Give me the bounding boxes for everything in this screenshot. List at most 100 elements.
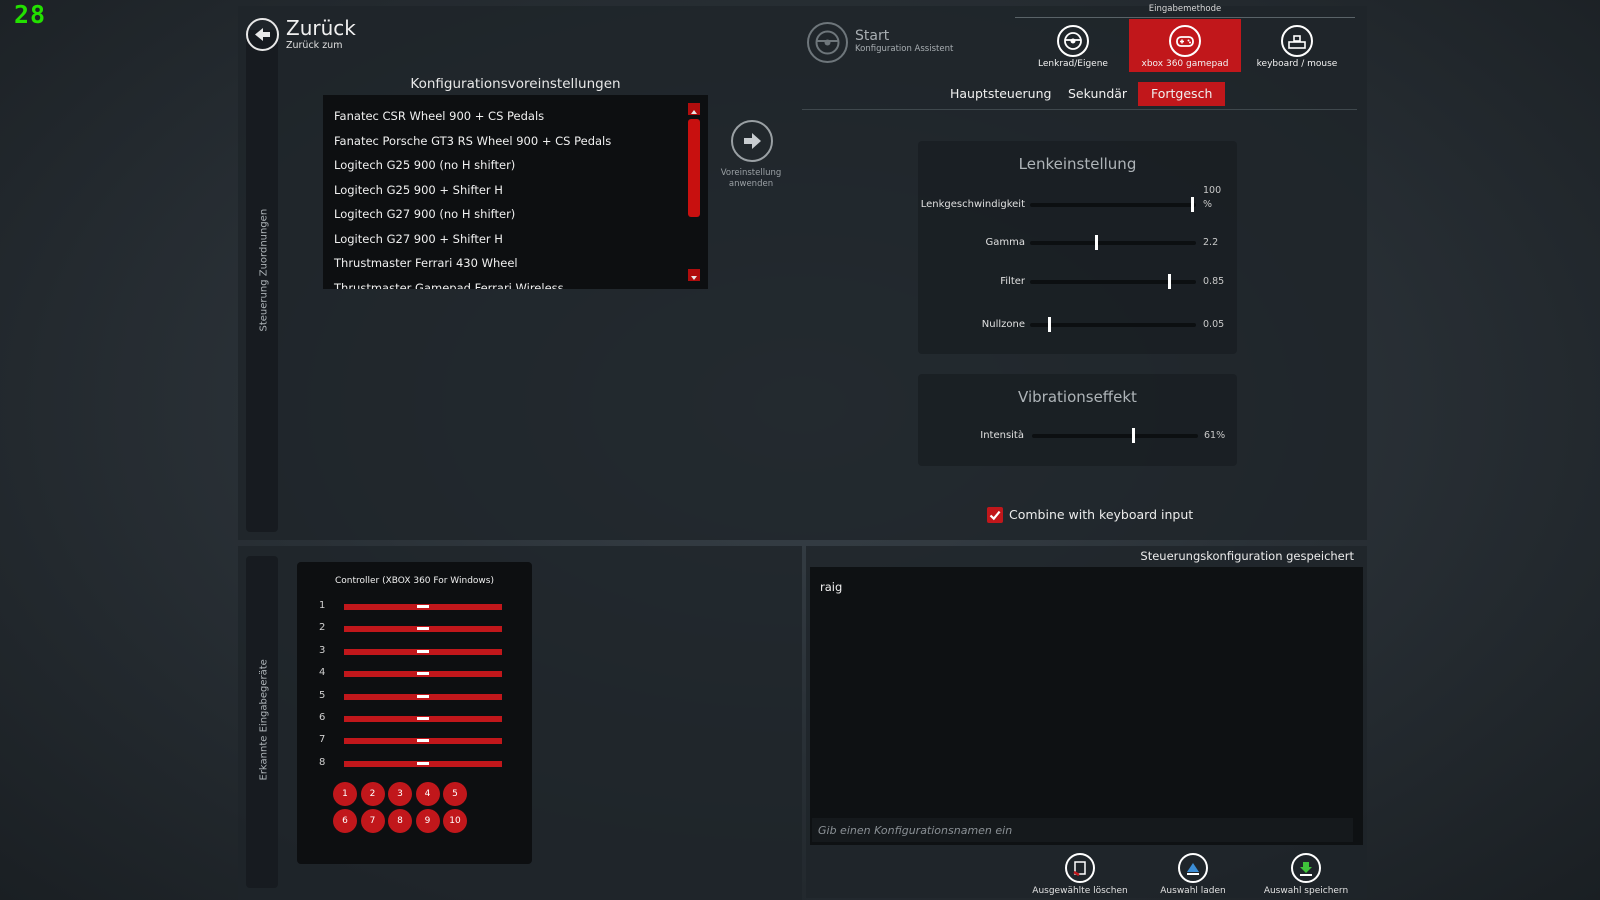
axis-number: 6 (319, 712, 326, 723)
steering-slider-thumb[interactable] (1094, 235, 1098, 250)
presets-heading: Konfigurationsvoreinstellungen (410, 76, 621, 92)
wizard-wheel-icon (807, 22, 848, 63)
back-title: Zurück (286, 16, 356, 40)
delete-config-icon (1065, 853, 1095, 883)
back-button[interactable]: Zurück Zurück zum (246, 16, 366, 52)
axis-indicator (417, 739, 429, 743)
steering-slider-thumb[interactable] (1048, 317, 1052, 332)
axis-number: 2 (319, 622, 326, 634)
keyboard-icon (1281, 25, 1313, 57)
tabs-divider (802, 109, 1357, 110)
steering-slider[interactable] (1030, 274, 1196, 289)
config-action-save-config[interactable]: Auswahl speichern (1256, 853, 1356, 896)
load-config-icon (1178, 853, 1208, 883)
axis-bar (344, 760, 502, 767)
controller-button: 3 (388, 782, 412, 806)
vibration-section: Vibrationseffekt (918, 374, 1237, 466)
steering-slider-value: 0.85 (1203, 276, 1225, 287)
preset-item[interactable]: Fanatec CSR Wheel 900 + CS Pedals (334, 109, 544, 123)
steering-title: Lenkeinstellung (1018, 155, 1137, 173)
preset-item[interactable]: Fanatec Porsche GT3 RS Wheel 900 + CS Pe… (334, 134, 611, 148)
combine-keyboard-checkbox[interactable] (987, 507, 1003, 523)
input-method-keyboard[interactable]: keyboard / mouse (1241, 19, 1353, 72)
controller-button: 6 (333, 809, 357, 833)
config-name-input[interactable] (812, 818, 1353, 842)
controller-button: 1 (333, 782, 357, 806)
start-title: Start (855, 28, 890, 44)
config-action-delete-config[interactable]: Ausgewählte löschen (1030, 853, 1130, 896)
steering-slider-thumb[interactable] (1167, 274, 1171, 289)
steering-slider-value: 100 (1203, 185, 1222, 196)
fps-counter: 28 (14, 0, 47, 29)
input-method-heading: Eingabemethode (1148, 4, 1222, 14)
tab-1[interactable]: Sekundär (1055, 82, 1140, 106)
config-action-label: Ausgewählte löschen (1032, 886, 1128, 896)
tab-0[interactable]: Hauptsteuerung (937, 82, 1064, 106)
controller-card: Controller (XBOX 360 For Windows) 123456… (297, 562, 532, 864)
steering-slider[interactable] (1030, 235, 1196, 250)
axis-bar (344, 716, 502, 722)
preset-item[interactable]: Logitech G27 900 + Shifter H (334, 232, 503, 246)
config-action-load-config[interactable]: Auswahl laden (1143, 853, 1243, 896)
devices-side-label: Erkannte Eingabegeräte (258, 659, 270, 781)
controller-button: 7 (360, 809, 385, 833)
axis-number: 5 (319, 689, 326, 701)
steering-slider[interactable] (1030, 197, 1196, 212)
controller-button: 4 (415, 782, 440, 806)
axis-bar (344, 604, 502, 610)
apply-preset-button[interactable]: Voreinstellung anwenden (716, 120, 786, 192)
axis-indicator (417, 649, 429, 653)
scroll-thumb[interactable] (688, 119, 700, 217)
preset-item[interactable]: Thrustmaster Gamepad Ferrari Wireless (334, 281, 564, 290)
axis-bar (344, 648, 502, 655)
controller-button: 5 (443, 782, 467, 806)
scroll-up-button[interactable] (688, 103, 700, 115)
preset-item[interactable]: Logitech G25 900 (no H shifter) (334, 158, 515, 172)
input-method-steering-wheel[interactable]: Lenkrad/Eigene (1017, 19, 1129, 72)
steering-slider-label: Filter (1000, 276, 1025, 287)
steering-slider-label: Lenkgeschwindigkeit (920, 199, 1025, 210)
axis-indicator (417, 672, 429, 676)
mapping-side-label: Steuerung Zuordnungen (258, 208, 270, 332)
back-arrow-icon (246, 18, 279, 51)
axis-number: 1 (319, 600, 326, 611)
steering-slider[interactable] (1030, 317, 1196, 332)
controller-title: Controller (XBOX 360 For Windows) (334, 576, 494, 586)
axis-indicator (417, 761, 429, 765)
start-wizard-button[interactable]: Start Konfiguration Assistent (807, 22, 977, 64)
axis-bar (344, 626, 502, 633)
input-method-label: xbox 360 gamepad (1141, 59, 1229, 69)
gamepad-icon (1169, 25, 1201, 57)
combine-keyboard-label: Combine with keyboard input (1009, 507, 1194, 522)
config-list[interactable]: raig (810, 567, 1363, 845)
config-entry[interactable]: raig (820, 580, 842, 594)
input-method-divider (1015, 17, 1355, 18)
axis-bar (344, 693, 502, 700)
axis-bar (344, 738, 502, 745)
controller-button: 9 (415, 809, 440, 833)
axis-indicator (417, 694, 429, 698)
tab-2[interactable]: Fortgesch (1138, 82, 1226, 106)
preset-item[interactable]: Logitech G27 900 (no H shifter) (334, 207, 515, 221)
scroll-down-button[interactable] (688, 269, 700, 281)
steering-slider-thumb[interactable] (1191, 197, 1195, 212)
config-status: Steuerungskonfiguration gespeichert (1140, 549, 1354, 563)
steering-slider-value: 0.05 (1203, 319, 1225, 330)
preset-item[interactable]: Thrustmaster Ferrari 430 Wheel (334, 256, 518, 270)
steering-wheel-icon (1057, 25, 1089, 57)
apply-preset-label-2: anwenden (728, 179, 774, 189)
axis-number: 8 (319, 756, 326, 768)
intensity-label: Intensità (980, 430, 1024, 441)
axis-indicator (417, 717, 429, 720)
axis-bar (344, 671, 502, 678)
preset-scrollbar[interactable] (688, 103, 700, 281)
input-method-gamepad[interactable]: xbox 360 gamepad (1129, 19, 1241, 72)
intensity-slider-thumb[interactable] (1131, 428, 1135, 443)
intensity-slider[interactable] (1032, 428, 1198, 443)
vibration-title: Vibrationseffekt (1018, 388, 1137, 406)
controller-button: 2 (360, 782, 385, 806)
start-subtitle: Konfiguration Assistent (855, 44, 954, 54)
intensity-value: 61% (1204, 430, 1226, 441)
preset-item[interactable]: Logitech G25 900 + Shifter H (334, 183, 503, 197)
preset-list[interactable]: Fanatec CSR Wheel 900 + CS Pedals Fanatec… (323, 95, 708, 289)
